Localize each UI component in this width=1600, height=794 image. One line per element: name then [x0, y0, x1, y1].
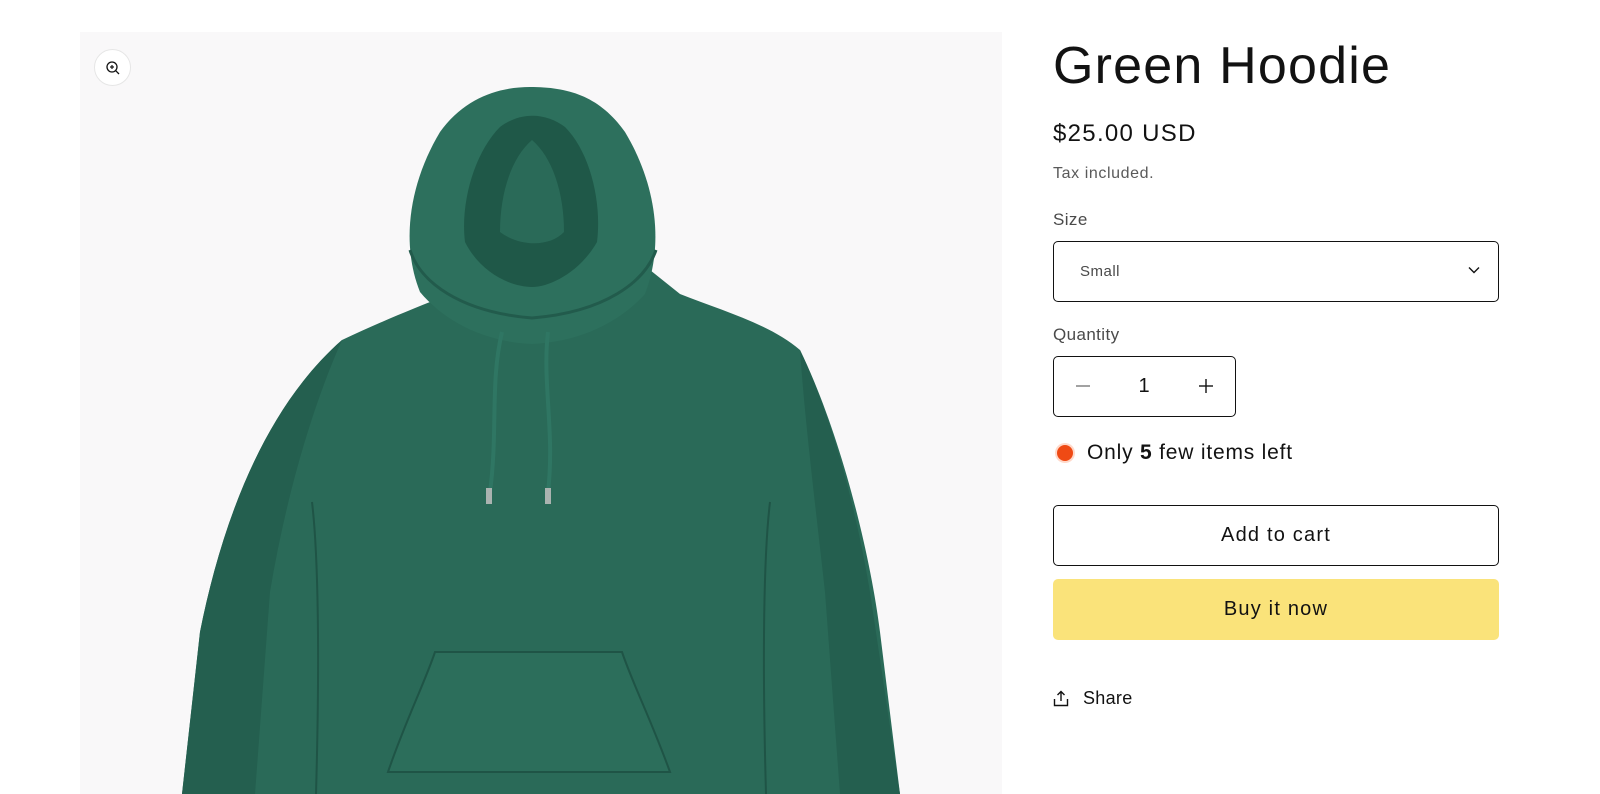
share-icon [1053, 690, 1069, 707]
stock-suffix: few items left [1159, 441, 1293, 464]
add-to-cart-button[interactable]: Add to cart [1053, 505, 1499, 566]
tax-note: Tax included. [1053, 165, 1155, 182]
quantity-label: Quantity [1053, 325, 1120, 344]
product-price: $25.00 USD [1053, 120, 1197, 147]
stock-count: 5 [1140, 441, 1153, 464]
product-media [80, 32, 1002, 794]
increase-quantity-button[interactable] [1191, 371, 1221, 401]
size-label: Size [1053, 210, 1088, 229]
chevron-down-icon [1468, 267, 1480, 274]
quantity-input[interactable]: 1 [1114, 357, 1174, 415]
plus-icon [1199, 379, 1213, 393]
share-label: Share [1083, 688, 1133, 708]
size-selected-value: Small [1080, 263, 1121, 280]
size-select[interactable]: Small [1053, 241, 1499, 302]
inventory-status: Only 5 few items left [1057, 441, 1293, 465]
stock-prefix: Only [1087, 441, 1134, 464]
product-image[interactable] [80, 32, 1002, 794]
quantity-stepper: 1 [1053, 356, 1236, 417]
product-title: Green Hoodie [1053, 37, 1392, 95]
zoom-in-icon [105, 60, 119, 74]
buy-now-button[interactable]: Buy it now [1053, 579, 1499, 640]
decrease-quantity-button[interactable] [1068, 371, 1098, 401]
low-stock-indicator [1057, 445, 1073, 461]
zoom-button[interactable] [94, 49, 131, 86]
share-button[interactable]: Share [1053, 688, 1133, 709]
minus-icon [1076, 385, 1090, 387]
